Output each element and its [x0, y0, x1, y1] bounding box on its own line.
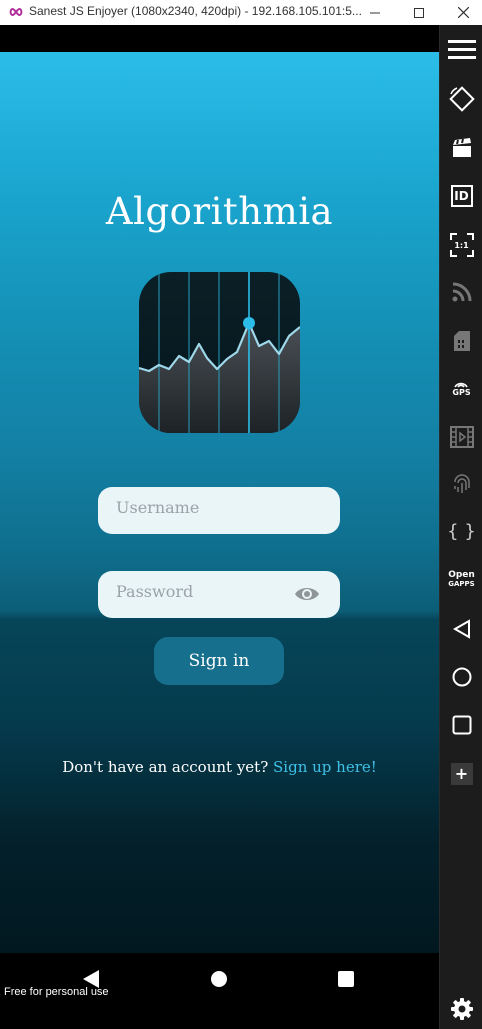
close-button[interactable] — [440, 0, 482, 25]
rotate-icon — [448, 86, 475, 112]
id-icon: ID — [450, 185, 473, 207]
sidebar-media-button[interactable] — [440, 417, 482, 457]
braces-icon: { } — [447, 521, 476, 542]
sidebar-settings-button[interactable] — [440, 989, 482, 1029]
sidebar-code-button[interactable]: { } — [440, 512, 482, 552]
username-input[interactable]: Username — [98, 487, 340, 534]
sidebar-add-button[interactable]: + — [440, 754, 482, 794]
app-title: Algorithmia — [105, 190, 334, 233]
sidebar-wifi-button[interactable] — [440, 272, 482, 312]
film-icon — [449, 426, 474, 448]
watermark-text: Free for personal use — [4, 986, 109, 998]
minimize-icon — [370, 12, 380, 13]
back-icon — [452, 619, 470, 639]
sidebar-menu-button[interactable] — [440, 30, 482, 70]
app-logo-chart-icon — [139, 272, 300, 433]
show-password-eye-icon[interactable] — [294, 585, 320, 603]
maximize-button[interactable] — [396, 0, 442, 25]
close-icon — [457, 7, 469, 18]
window-title: Sanest JS Enjoyer (1080x2340, 420dpi) - … — [29, 4, 362, 18]
sidebar-gps-button[interactable]: GPS — [440, 368, 482, 408]
home-icon — [452, 667, 471, 687]
maximize-icon — [414, 7, 424, 18]
nav-recents-icon[interactable] — [338, 971, 354, 987]
sidebar-fingerprint-button[interactable] — [440, 465, 482, 505]
signup-prompt-text: Don't have an account yet? — [62, 758, 274, 776]
settings-icon — [450, 998, 473, 1020]
app-screen: Algorithmia Username Password Sign in Do… — [0, 52, 439, 953]
sd-card-icon — [453, 331, 470, 351]
signup-prompt-line: Don't have an account yet? Sign up here! — [0, 758, 439, 776]
password-input[interactable]: Password — [98, 571, 340, 618]
gps-icon: GPS — [452, 380, 471, 397]
sidebar-pixel-perfect-button[interactable]: 1:1 — [440, 225, 482, 265]
clapperboard-icon — [452, 138, 471, 157]
sidebar-sdcard-button[interactable] — [440, 321, 482, 361]
android-nav-bar: Free for personal use — [0, 953, 439, 1029]
minimize-button[interactable] — [352, 0, 398, 25]
fingerprint-icon — [453, 474, 470, 493]
window-titlebar: Sanest JS Enjoyer (1080x2340, 420dpi) - … — [0, 0, 482, 25]
app-infinity-icon — [9, 7, 23, 17]
sidebar-home-button[interactable] — [440, 657, 482, 697]
open-gapps-icon: Open GAPPS — [448, 570, 475, 589]
pixel-perfect-icon: 1:1 — [449, 233, 474, 257]
sign-in-button[interactable]: Sign in — [154, 637, 284, 685]
sign-up-link[interactable]: Sign up here! — [273, 758, 377, 776]
sidebar-rotate-button[interactable] — [440, 79, 482, 119]
sidebar-back-button[interactable] — [440, 609, 482, 649]
nav-home-icon[interactable] — [211, 971, 227, 987]
sidebar-id-button[interactable]: ID — [440, 176, 482, 216]
username-placeholder: Username — [116, 498, 200, 517]
menu-icon — [447, 40, 476, 59]
password-placeholder: Password — [116, 582, 194, 601]
sidebar-screenrecord-button[interactable] — [440, 128, 482, 168]
emulator-sidebar: ID 1:1 GPS { } Open GAPPS + — [439, 25, 482, 1029]
add-icon: + — [450, 763, 473, 785]
sidebar-recents-button[interactable] — [440, 705, 482, 745]
wifi-icon — [452, 282, 471, 302]
recents-icon — [452, 715, 471, 735]
status-bar — [0, 25, 439, 52]
sidebar-opengapps-button[interactable]: Open GAPPS — [440, 560, 482, 600]
